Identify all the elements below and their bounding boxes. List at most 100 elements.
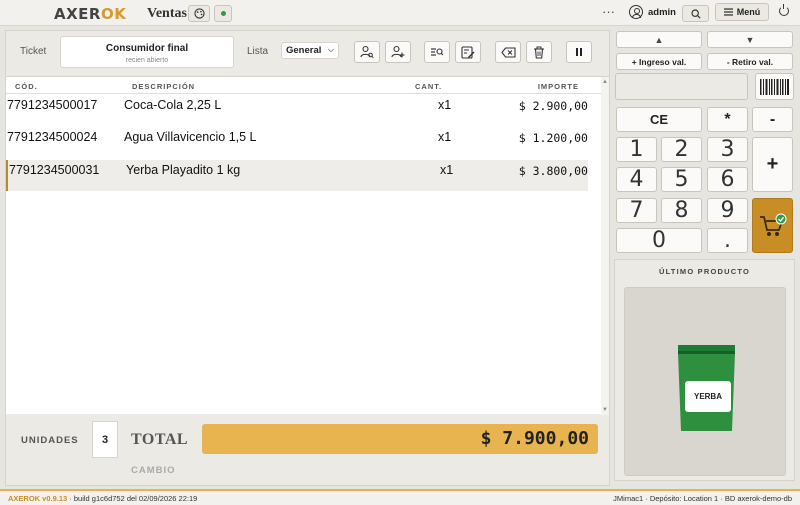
user-icon: [629, 5, 643, 19]
delete-item-button[interactable]: [495, 41, 521, 63]
arrow-down-icon: ▼: [745, 34, 755, 45]
status-dot-icon: [220, 11, 226, 16]
search-icon: [690, 8, 701, 19]
price-list-select[interactable]: General ⌵: [281, 42, 339, 59]
multiply-button[interactable]: *: [707, 107, 748, 132]
ticket-status: recien abierto: [125, 57, 169, 64]
status-bar: AXEROK v0.9.13 · build g1c6d752 del 02/0…: [0, 489, 800, 505]
item-quantity: x1: [438, 98, 452, 112]
digit-9-button[interactable]: 9: [707, 198, 748, 223]
cash-out-button[interactable]: - Retiro val.: [707, 53, 793, 70]
list-search-icon: [431, 48, 444, 56]
last-product-title: ÚLTIMO PRODUCTO: [658, 267, 751, 276]
menu-label: Menú: [736, 7, 761, 17]
move-up-button[interactable]: ▲: [616, 31, 702, 48]
sale-panel: Ticket Consumidor final recien abierto L…: [5, 30, 610, 486]
cash-in-button[interactable]: + Ingreso val.: [616, 53, 702, 70]
price-list-value: General: [286, 45, 322, 56]
cart-check-icon: [759, 213, 786, 236]
pause-icon: [576, 48, 582, 56]
table-row[interactable]: 7791234500024 Agua Villavicencio 1,5 L x…: [6, 127, 588, 158]
header-code: CÓD.: [15, 82, 38, 91]
decimal-button[interactable]: .: [707, 228, 748, 253]
header-amount: IMPORTE: [537, 82, 579, 91]
backspace-icon: [500, 46, 516, 58]
version-label: AXEROK v0.9.13: [8, 494, 68, 503]
item-amount: $ 2.900,00: [518, 99, 588, 113]
palette-button[interactable]: [188, 5, 210, 22]
move-down-button[interactable]: ▼: [707, 31, 793, 48]
table-header: CÓD. DESCRIPCIÓN CANT. IMPORTE: [6, 77, 601, 94]
search-customer-icon: [360, 45, 374, 59]
scroll-up-icon[interactable]: ▲: [602, 79, 608, 85]
trash-icon: [534, 46, 544, 59]
item-description: Yerba Playadito 1 kg: [126, 163, 241, 177]
user-name: admin: [648, 7, 676, 18]
product-label: YERBA: [685, 381, 731, 412]
location-info: JMimac1 · Depósito: Location 1 · BD axer…: [613, 494, 792, 503]
cancel-ticket-button[interactable]: [526, 41, 552, 63]
module-title: Ventas: [147, 6, 187, 21]
customer-selector[interactable]: Consumidor final recien abierto: [60, 36, 234, 68]
pause-ticket-button[interactable]: [566, 41, 592, 63]
menu-button[interactable]: Menú: [715, 3, 769, 21]
last-product-panel: ÚLTIMO PRODUCTO YERBA: [614, 259, 795, 481]
add-customer-button[interactable]: [385, 41, 411, 63]
item-code: 7791234500031: [9, 163, 100, 177]
table-scrollbar[interactable]: ▲ ▼: [601, 77, 609, 415]
palette-icon: [193, 8, 205, 19]
total-label: TOTAL: [131, 431, 189, 448]
plus-button[interactable]: +: [752, 137, 793, 192]
top-bar: AXEROK Ventas ··· admin Menú: [0, 0, 800, 26]
edit-note-icon: [461, 45, 475, 59]
barcode-input[interactable]: [615, 73, 748, 100]
barcode-icon: [759, 78, 789, 95]
header-description: DESCRIPCIÓN: [132, 82, 196, 91]
search-button[interactable]: [682, 5, 709, 22]
total-amount: $ 7.900,00: [202, 424, 598, 454]
digit-1-button[interactable]: 1: [616, 137, 657, 162]
build-label: · build g1c6d752 del 02/09/2026 22:19: [69, 494, 198, 503]
digit-2-button[interactable]: 2: [661, 137, 702, 162]
units-count: 3: [92, 421, 118, 458]
digit-6-button[interactable]: 6: [707, 167, 748, 192]
digit-7-button[interactable]: 7: [616, 198, 657, 223]
item-description: Coca-Cola 2,25 L: [124, 98, 222, 112]
ticket-items-table: CÓD. DESCRIPCIÓN CANT. IMPORTE 779123450…: [6, 76, 609, 415]
chevron-down-icon: ⌵: [327, 45, 334, 54]
item-amount: $ 1.200,00: [518, 131, 588, 145]
item-code: 7791234500017: [7, 98, 98, 112]
customer-name: Consumidor final: [105, 43, 189, 54]
search-customer-button[interactable]: [354, 41, 380, 63]
digit-8-button[interactable]: 8: [661, 198, 702, 223]
item-quantity: x1: [440, 163, 454, 177]
connection-status-button[interactable]: [214, 5, 232, 22]
digit-3-button[interactable]: 3: [707, 137, 748, 162]
table-row[interactable]: 7791234500017 Coca-Cola 2,25 L x1 $ 2.90…: [6, 95, 588, 126]
clear-entry-button[interactable]: CE: [616, 107, 702, 132]
table-row-selected[interactable]: 7791234500031 Yerba Playadito 1 kg x1 $ …: [6, 160, 588, 191]
product-image: YERBA: [624, 287, 786, 476]
minus-button[interactable]: -: [752, 107, 793, 132]
barcode-scan-button[interactable]: [755, 73, 794, 100]
digit-5-button[interactable]: 5: [661, 167, 702, 192]
arrow-up-icon: ▲: [654, 34, 664, 45]
ticket-label: Ticket: [20, 46, 47, 57]
app-logo: AXEROK: [54, 5, 127, 23]
change-label: CAMBIO: [131, 465, 176, 476]
item-code: 7791234500024: [7, 130, 98, 144]
item-amount: $ 3.800,00: [518, 164, 588, 178]
scroll-down-icon[interactable]: ▼: [602, 407, 608, 413]
price-list-label: Lista: [247, 46, 269, 57]
units-label: UNIDADES: [21, 435, 79, 446]
item-quantity: x1: [438, 130, 452, 144]
search-product-button[interactable]: [424, 41, 450, 63]
digit-4-button[interactable]: 4: [616, 167, 657, 192]
edit-ticket-button[interactable]: [455, 41, 481, 63]
checkout-button[interactable]: [752, 198, 793, 253]
digit-0-button[interactable]: 0: [616, 228, 702, 253]
item-description: Agua Villavicencio 1,5 L: [124, 130, 257, 144]
power-icon[interactable]: [779, 4, 789, 16]
more-options-icon[interactable]: ···: [602, 4, 615, 19]
hamburger-icon: [723, 8, 733, 16]
